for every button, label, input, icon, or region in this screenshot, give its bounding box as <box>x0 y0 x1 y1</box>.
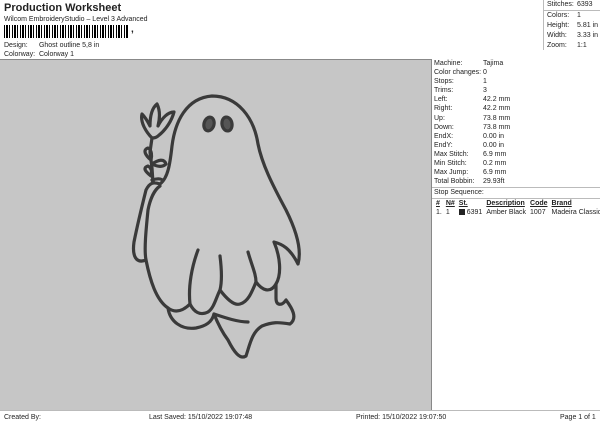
machine-info-value: 42.2 mm <box>483 96 511 104</box>
machine-info-row: Color changes: 0 <box>432 68 600 77</box>
machine-info-row: EndY: 0.00 in <box>432 141 600 150</box>
machine-info-label: Max Jump: <box>434 169 469 177</box>
machine-info-row: Up: 73.8 mm <box>432 114 600 123</box>
design-row: Design: Ghost outline 5,8 in <box>4 42 99 49</box>
machine-info-label: Max Stitch: <box>434 150 469 158</box>
machine-info-row: Right: 42.2 mm <box>432 104 600 113</box>
machine-info-row: Max Jump: 6.9 mm <box>432 168 600 177</box>
footer-created-by: Created By: <box>4 414 41 421</box>
machine-info-label: Color changes: <box>434 69 482 77</box>
machine-info-label: EndY: <box>434 141 453 149</box>
machine-info-value: Tajima <box>483 60 504 67</box>
ghost-embroidery-image <box>131 94 301 359</box>
barcode <box>4 25 129 38</box>
machine-info-value: 6.9 mm <box>483 150 507 158</box>
machine-info-row: Total Bobbin: 29.93ft <box>432 177 600 186</box>
machine-info-value: 0 <box>483 69 487 77</box>
machine-info-value: 6.9 mm <box>483 169 507 177</box>
machine-info-value: 42.2 mm <box>483 105 511 113</box>
machine-info-row: Left: 42.2 mm <box>432 95 600 104</box>
flower-leaf-4 <box>143 164 154 178</box>
ghost-body <box>131 94 301 316</box>
summary-zoom: Zoom: 1:1 <box>547 42 587 49</box>
footer-last-saved: Last Saved: 15/10/2022 19:07:48 <box>149 414 253 421</box>
machine-info-value: 0.2 mm <box>483 160 507 168</box>
machine-info-label: Right: <box>434 105 453 113</box>
machine-info-row: Down: 73.8 mm <box>432 123 600 132</box>
machine-info-label: EndX: <box>434 132 454 140</box>
machine-info-row: EndX: 0.00 in <box>432 132 600 141</box>
stop-sequence-header: # N# St. Description Code Brand <box>436 200 572 208</box>
machine-info-label: Trims: <box>434 87 454 95</box>
machine-info-label: Left: <box>434 96 448 104</box>
design-preview-canvas <box>0 59 432 410</box>
stop-sequence-table: # N# St. Description Code Brand 1. 1 639… <box>434 199 600 217</box>
machine-info-value: 0.00 in <box>483 132 505 140</box>
machine-info-row: Stops: 1 <box>432 77 600 86</box>
machine-info-row: Machine: Tajima <box>432 59 600 68</box>
colorway-label: Colorway: <box>4 51 36 58</box>
machine-info-row: Min Stitch: 0.2 mm <box>432 159 600 168</box>
summary-stitches: Stitches: 6393 <box>547 1 593 8</box>
flower-leaf-2 <box>150 158 168 168</box>
software-subtitle: Wilcom EmbroideryStudio – Level 3 Advanc… <box>4 16 148 23</box>
ghost-right-eye <box>220 115 234 133</box>
machine-info-panel: Machine: Tajima Color changes: 0 Stops: 1 Trim… <box>432 59 600 409</box>
flower-leaf-1 <box>143 146 154 162</box>
flower-head <box>140 102 176 140</box>
machine-info-label: Up: <box>434 114 445 122</box>
summary-width: Width: 3.33 in <box>547 32 599 39</box>
machine-info-value: 3 <box>483 87 487 95</box>
footer-page: Page 1 of 1 <box>560 414 596 421</box>
colorway-row: Colorway: Colorway 1 <box>4 51 74 58</box>
machine-info-value: 0.00 in <box>483 141 505 149</box>
footer: Created By: Last Saved: 15/10/2022 19:07… <box>0 410 600 425</box>
barcode-suffix: , <box>131 24 134 35</box>
machine-info-label: Stops: <box>434 78 454 86</box>
stop-sequence-title: Stop Sequence: <box>432 187 600 200</box>
ghost-lower-fold <box>212 312 250 324</box>
machine-info-value: 73.8 mm <box>483 114 511 122</box>
ghost-inner-mid <box>218 254 224 292</box>
worksheet-title: Production Worksheet <box>4 2 122 14</box>
table-row: 1. 1 6391 Amber Black 1007 Madeira Class… <box>436 209 600 217</box>
footer-printed: Printed: 15/10/2022 19:07:50 <box>356 414 447 421</box>
design-label: Design: <box>4 42 28 49</box>
summary-colors: Colors: 1 <box>547 12 581 19</box>
design-value: Ghost outline 5,8 in <box>38 42 100 49</box>
machine-info-row: Trims: 3 <box>432 86 600 95</box>
machine-info-label: Machine: <box>434 60 463 67</box>
machine-info-label: Down: <box>434 123 454 131</box>
machine-info-label: Min Stitch: <box>434 160 467 168</box>
machine-info-label: Total Bobbin: <box>434 178 475 186</box>
machine-info-value: 29.93ft <box>483 178 505 186</box>
summary-panel: Stitches: 6393 Colors: 1 Height: 5.81 in Wi… <box>543 0 600 50</box>
colorway-value: Colorway 1 <box>38 51 74 58</box>
machine-info-value: 1 <box>483 78 487 86</box>
color-swatch-icon <box>458 209 465 216</box>
machine-info-value: 73.8 mm <box>483 123 511 131</box>
summary-height: Height: 5.81 in <box>547 22 599 29</box>
machine-info-row: Max Stitch: 6.9 mm <box>432 150 600 159</box>
